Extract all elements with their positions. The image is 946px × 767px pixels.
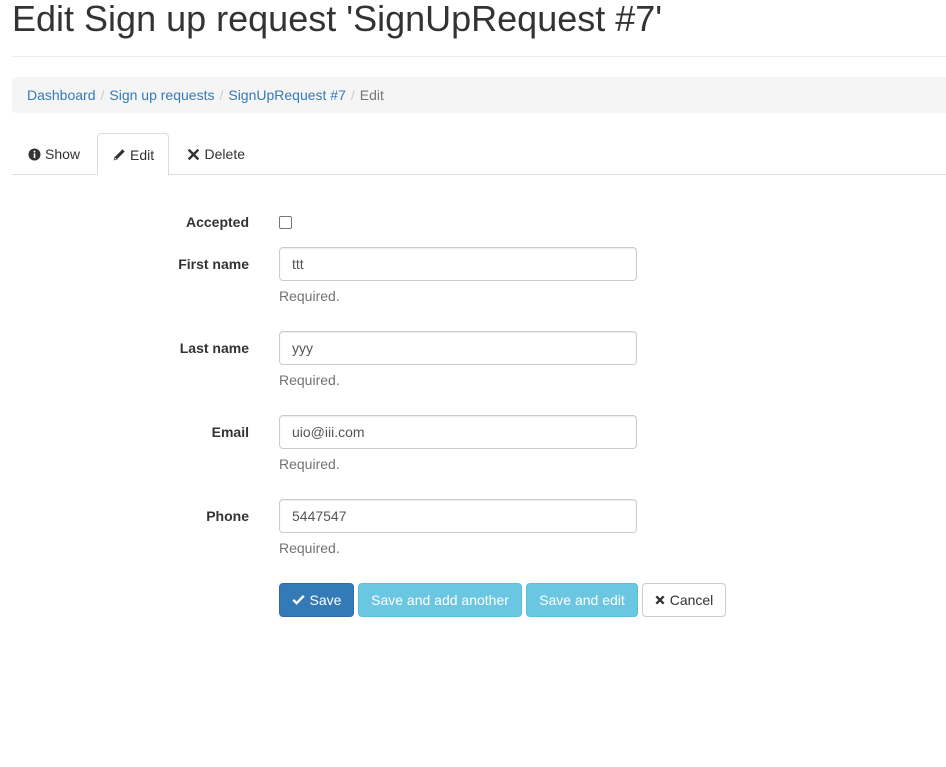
- first-name-field[interactable]: [279, 247, 637, 281]
- save-button[interactable]: Save: [279, 583, 354, 617]
- tab-edit-label: Edit: [130, 146, 155, 163]
- breadcrumb-dashboard[interactable]: Dashboard: [27, 87, 96, 103]
- breadcrumb-separator: /: [219, 87, 224, 103]
- breadcrumb-current: Edit: [359, 87, 384, 103]
- first-name-help: Required.: [279, 288, 340, 304]
- tab-edit[interactable]: Edit: [97, 133, 169, 176]
- save-button-label: Save: [309, 592, 342, 608]
- save-and-edit-button[interactable]: Save and edit: [526, 583, 638, 617]
- tab-show[interactable]: Show: [12, 133, 97, 175]
- cancel-button[interactable]: Cancel: [642, 583, 726, 617]
- phone-label: Phone: [206, 508, 249, 524]
- save-and-add-another-button[interactable]: Save and add another: [358, 583, 522, 617]
- last-name-label: Last name: [179, 340, 249, 356]
- breadcrumb-separator: /: [100, 87, 105, 103]
- last-name-field[interactable]: [279, 331, 637, 365]
- times-icon: [187, 147, 201, 161]
- breadcrumb-record[interactable]: SignUpRequest #7: [228, 87, 346, 103]
- phone-help: Required.: [279, 540, 340, 556]
- page-title: Edit Sign up request 'SignUpRequest #7': [12, 0, 663, 39]
- breadcrumb-separator: /: [350, 87, 355, 103]
- check-icon: [291, 592, 305, 608]
- accepted-label: Accepted: [185, 214, 249, 230]
- email-help: Required.: [279, 456, 340, 472]
- info-circle-icon: [27, 147, 41, 161]
- accepted-checkbox[interactable]: [279, 216, 292, 229]
- tab-delete-label: Delete: [204, 146, 245, 162]
- breadcrumb-sign-up-requests[interactable]: Sign up requests: [109, 87, 214, 103]
- action-tabs: Show Edit Delete: [12, 133, 946, 176]
- cancel-button-label: Cancel: [669, 592, 714, 608]
- save-and-add-another-label: Save and add another: [371, 592, 509, 608]
- tab-delete[interactable]: Delete: [172, 133, 260, 175]
- save-and-edit-label: Save and edit: [539, 592, 625, 608]
- email-label: Email: [211, 424, 249, 440]
- tab-show-label: Show: [45, 146, 81, 162]
- last-name-help: Required.: [279, 372, 340, 388]
- phone-field[interactable]: [279, 499, 637, 533]
- title-divider: [12, 56, 946, 57]
- breadcrumb: Dashboard / Sign up requests / SignUpReq…: [12, 77, 946, 113]
- email-field[interactable]: [279, 415, 637, 449]
- first-name-label: First name: [178, 256, 249, 272]
- pencil-icon: [113, 148, 126, 162]
- times-icon: [655, 592, 665, 608]
